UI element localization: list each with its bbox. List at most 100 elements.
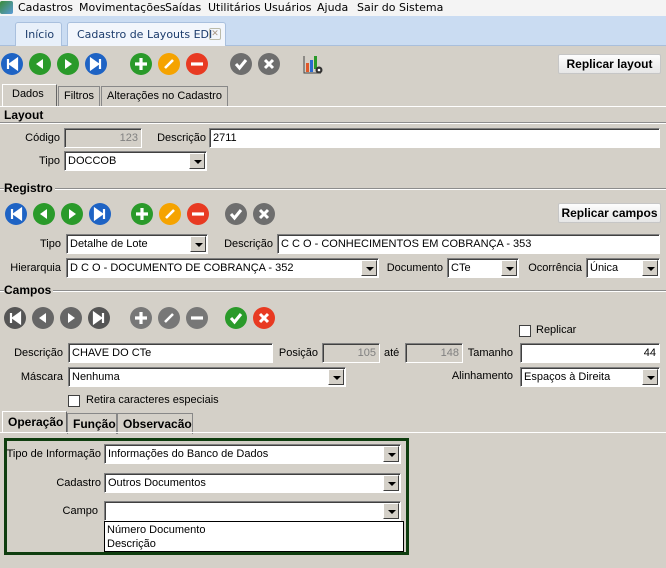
- edit-icon[interactable]: [158, 307, 180, 329]
- layout-descricao-field[interactable]: 2711: [209, 128, 660, 148]
- chevron-down-icon[interactable]: [383, 503, 399, 519]
- descricao-label: Descrição: [224, 238, 273, 250]
- mascara-select[interactable]: Nenhuma: [68, 367, 346, 387]
- tamanho-field[interactable]: 44: [520, 343, 660, 363]
- tab-dados[interactable]: Dados: [2, 84, 57, 106]
- menu-utilitarios[interactable]: Utilitários: [208, 1, 261, 14]
- ate-label: até: [384, 347, 400, 359]
- prev-icon[interactable]: [29, 53, 51, 75]
- campo-select[interactable]: [104, 501, 401, 521]
- section-registro-title: Registro: [4, 181, 55, 195]
- next-icon[interactable]: [61, 203, 83, 225]
- chevron-down-icon[interactable]: [383, 446, 399, 462]
- tab-cadastro-layouts[interactable]: Cadastro de Layouts EDI ✕: [67, 22, 226, 46]
- menu-sair[interactable]: Sair do Sistema: [357, 1, 443, 14]
- prev-icon[interactable]: [33, 203, 55, 225]
- ocorrencia-select[interactable]: Única: [586, 258, 660, 278]
- cadastro-select[interactable]: Outros Documentos: [104, 473, 401, 493]
- menu-movimentacoes[interactable]: Movimentações: [79, 1, 166, 14]
- tipo-label: Tipo: [40, 238, 61, 250]
- registro-tipo-select[interactable]: Detalhe de Lote: [66, 234, 208, 254]
- chevron-down-icon[interactable]: [501, 260, 517, 276]
- divider: [0, 188, 666, 189]
- delete-icon[interactable]: [186, 53, 208, 75]
- tab-divider: [0, 106, 666, 107]
- tab-filtros[interactable]: Filtros: [58, 86, 100, 107]
- documento-select[interactable]: CTe: [447, 258, 519, 278]
- replicar-label: Replicar: [536, 324, 577, 336]
- campo-dropdown-list: Número Documento Descrição: [104, 521, 404, 552]
- delete-icon[interactable]: [187, 203, 209, 225]
- tab-observacao[interactable]: Observacão: [117, 413, 193, 434]
- select-value: Informações do Banco de Dados: [108, 448, 269, 460]
- replicar-checkbox[interactable]: [519, 325, 531, 337]
- confirm-icon[interactable]: [225, 203, 247, 225]
- edit-icon[interactable]: [159, 203, 181, 225]
- edit-icon[interactable]: [158, 53, 180, 75]
- menu-ajuda[interactable]: Ajuda: [317, 1, 348, 14]
- prev-icon[interactable]: [32, 307, 54, 329]
- codigo-label: Código: [25, 132, 60, 144]
- registro-descricao-field[interactable]: C C O - CONHECIMENTOS EM COBRANÇA - 353: [277, 234, 660, 254]
- chevron-down-icon[interactable]: [642, 260, 658, 276]
- replicar-layout-button[interactable]: Replicar layout: [558, 54, 661, 74]
- last-icon[interactable]: [88, 307, 110, 329]
- delete-icon[interactable]: [186, 307, 208, 329]
- next-icon[interactable]: [60, 307, 82, 329]
- descricao-label: Descrição: [157, 132, 206, 144]
- close-tab-icon[interactable]: ✕: [209, 28, 221, 40]
- select-value: Detalhe de Lote: [70, 238, 148, 250]
- tab-alteracoes[interactable]: Alterações no Cadastro: [101, 86, 228, 107]
- add-icon[interactable]: [131, 203, 153, 225]
- chevron-down-icon[interactable]: [328, 369, 344, 385]
- menu-bar: Cadastros Movimentações Saídas Utilitári…: [0, 0, 666, 16]
- select-value: D C O - DOCUMENTO DE COBRANÇA - 352: [70, 262, 294, 274]
- mascara-label: Máscara: [20, 371, 63, 383]
- campo-descricao-field[interactable]: CHAVE DO CTe: [68, 343, 273, 363]
- chevron-down-icon[interactable]: [642, 369, 658, 385]
- first-icon[interactable]: [1, 53, 23, 75]
- first-icon[interactable]: [4, 307, 26, 329]
- descricao-label: Descrição: [14, 347, 63, 359]
- select-value: Outros Documentos: [108, 477, 206, 489]
- codigo-field[interactable]: 123: [64, 128, 142, 148]
- menu-saidas[interactable]: Saídas: [165, 1, 201, 14]
- dropdown-option[interactable]: Descrição: [107, 537, 401, 551]
- tab-inicio[interactable]: Início: [15, 22, 62, 46]
- add-icon[interactable]: [130, 53, 152, 75]
- cancel-icon[interactable]: [253, 307, 275, 329]
- dropdown-option[interactable]: Número Documento: [107, 523, 401, 537]
- chevron-down-icon[interactable]: [383, 475, 399, 491]
- alinhamento-label: Alinhamento: [451, 370, 513, 382]
- tab-funcao[interactable]: Função: [67, 413, 117, 434]
- menu-usuarios[interactable]: Usuários: [264, 1, 312, 14]
- menu-cadastros[interactable]: Cadastros: [18, 1, 73, 14]
- last-icon[interactable]: [85, 53, 107, 75]
- tipo-label: Tipo: [39, 155, 60, 167]
- chevron-down-icon[interactable]: [361, 260, 377, 276]
- tamanho-label: Tamanho: [467, 347, 513, 359]
- replicar-campos-button[interactable]: Replicar campos: [558, 203, 661, 223]
- add-icon[interactable]: [130, 307, 152, 329]
- tab-operacao[interactable]: Operação: [2, 411, 67, 433]
- first-icon[interactable]: [5, 203, 27, 225]
- hierarquia-select[interactable]: D C O - DOCUMENTO DE COBRANÇA - 352: [66, 258, 379, 278]
- confirm-icon[interactable]: [225, 307, 247, 329]
- report-icon[interactable]: [302, 53, 324, 75]
- next-icon[interactable]: [57, 53, 79, 75]
- ate-field[interactable]: 148: [405, 343, 463, 363]
- last-icon[interactable]: [89, 203, 111, 225]
- chevron-down-icon[interactable]: [190, 236, 206, 252]
- alinhamento-select[interactable]: Espaços à Direita: [520, 367, 660, 387]
- tipo-informacao-select[interactable]: Informações do Banco de Dados: [104, 444, 401, 464]
- posicao-field[interactable]: 105: [322, 343, 380, 363]
- retira-caracteres-checkbox[interactable]: [68, 395, 80, 407]
- cancel-icon[interactable]: [258, 53, 280, 75]
- layout-tipo-select[interactable]: DOCCOB: [64, 151, 207, 171]
- confirm-icon[interactable]: [230, 53, 252, 75]
- chevron-down-icon[interactable]: [189, 153, 205, 169]
- select-value: Nenhuma: [72, 371, 120, 383]
- retira-caracteres-label: Retira caracteres especiais: [86, 394, 219, 406]
- select-value: DOCCOB: [68, 155, 117, 167]
- cancel-icon[interactable]: [253, 203, 275, 225]
